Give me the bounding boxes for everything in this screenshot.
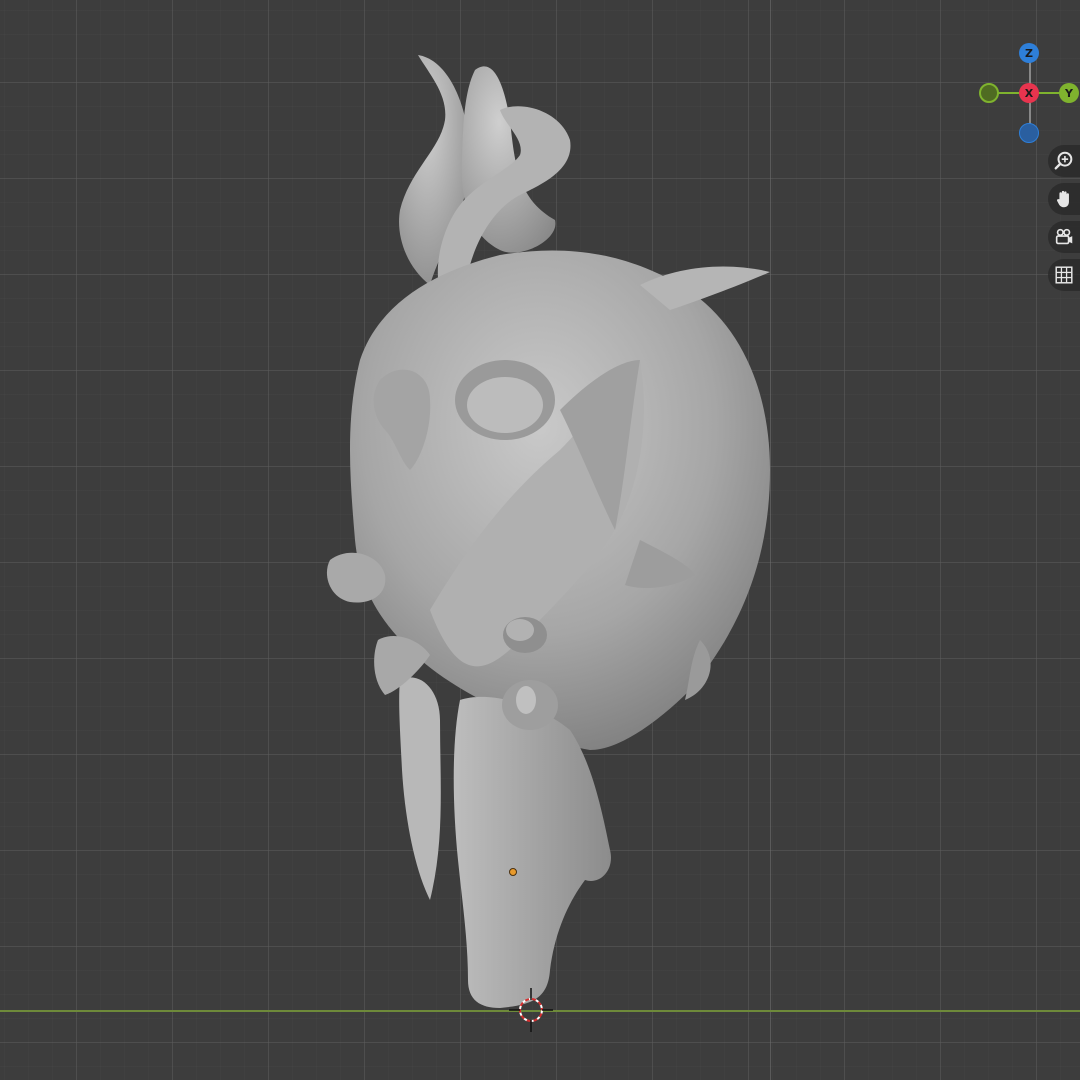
hand-pan-icon: [1056, 190, 1069, 208]
zoom-icon: [1054, 151, 1073, 170]
camera-view-icon: [1055, 228, 1073, 245]
gizmo-y-label: Y: [1065, 86, 1073, 100]
gizmo-y-ball[interactable]: Y: [1059, 83, 1079, 103]
gizmo-negative-z-ball[interactable]: [1019, 123, 1039, 143]
gizmo-negative-y-ball[interactable]: [979, 83, 999, 103]
camera-view-button[interactable]: [1048, 221, 1080, 253]
grid-ortho-icon: [1055, 266, 1073, 284]
gizmo-z-label: Z: [1025, 46, 1033, 60]
3d-viewport[interactable]: Z Y X: [0, 0, 1080, 1080]
pan-button[interactable]: [1048, 183, 1080, 215]
sculpted-mesh[interactable]: [0, 0, 1080, 1080]
gizmo-x-label: X: [1024, 86, 1034, 100]
zoom-button[interactable]: [1048, 145, 1080, 177]
navigation-gizmo[interactable]: Z Y X: [970, 38, 1080, 148]
gizmo-x-ball[interactable]: X: [1019, 83, 1039, 103]
gizmo-z-ball[interactable]: Z: [1019, 43, 1039, 63]
ortho-toggle-button[interactable]: [1048, 259, 1080, 291]
